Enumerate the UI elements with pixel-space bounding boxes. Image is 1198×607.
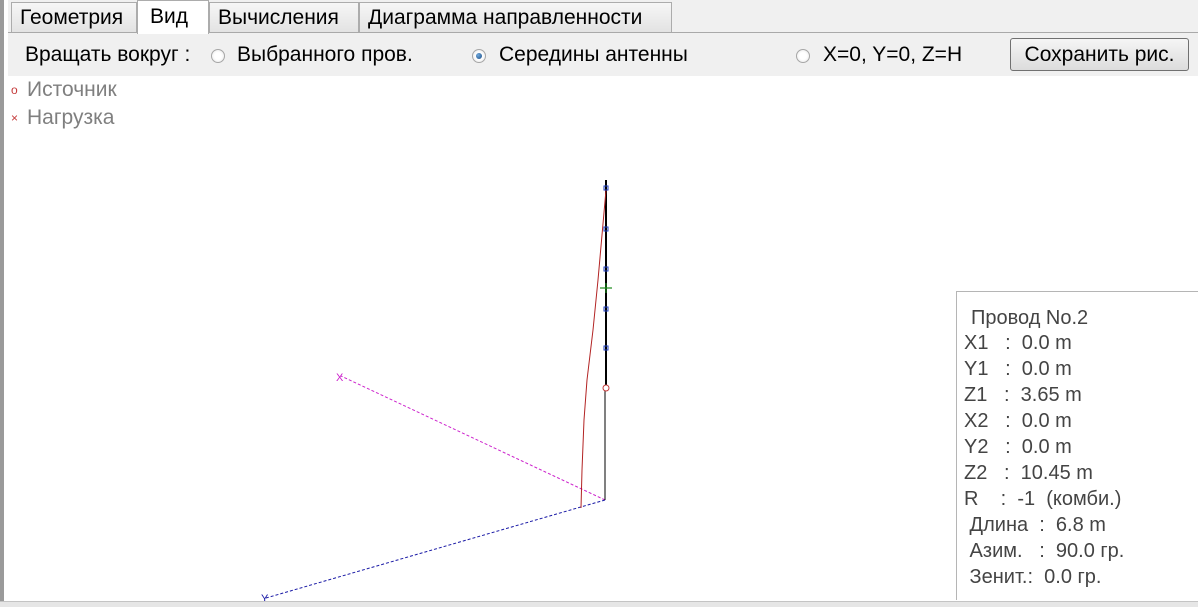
current-distribution-curve bbox=[580, 189, 607, 509]
wire-info-radius: R : -1 (комби.) bbox=[964, 488, 1122, 510]
wire-info-zenith: Зенит.: 0.0 гр. bbox=[964, 566, 1102, 588]
wire-info-panel: Провод No.2 X1 : 0.0 m Y1 : 0.0 m Z1 : 3… bbox=[956, 291, 1198, 600]
x-axis-label: X bbox=[336, 372, 344, 384]
wire-info-x2: X2 : 0.0 m bbox=[964, 410, 1072, 432]
tab-view[interactable]: Вид bbox=[137, 0, 209, 34]
bottom-scroll-strip bbox=[0, 601, 1198, 607]
source-marker-icon bbox=[602, 384, 610, 392]
x-axis-line bbox=[340, 375, 606, 501]
y-axis-line bbox=[265, 499, 606, 599]
tab-label: Вид bbox=[150, 5, 188, 28]
wire-info-title: Провод No.2 bbox=[971, 307, 1089, 329]
wire-info-z1: Z1 : 3.65 m bbox=[964, 384, 1082, 406]
wire-center-marker bbox=[600, 283, 612, 293]
wire-info-length: Длина : 6.8 m bbox=[964, 514, 1106, 536]
wire-info-y1: Y1 : 0.0 m bbox=[964, 358, 1072, 380]
wire-info-z2: Z2 : 10.45 m bbox=[964, 462, 1093, 484]
wire-info-y2: Y2 : 0.0 m bbox=[964, 436, 1072, 458]
wire-info-x1: X1 : 0.0 m bbox=[964, 332, 1072, 354]
wire-info-azimuth: Азим. : 90.0 гр. bbox=[964, 540, 1125, 562]
